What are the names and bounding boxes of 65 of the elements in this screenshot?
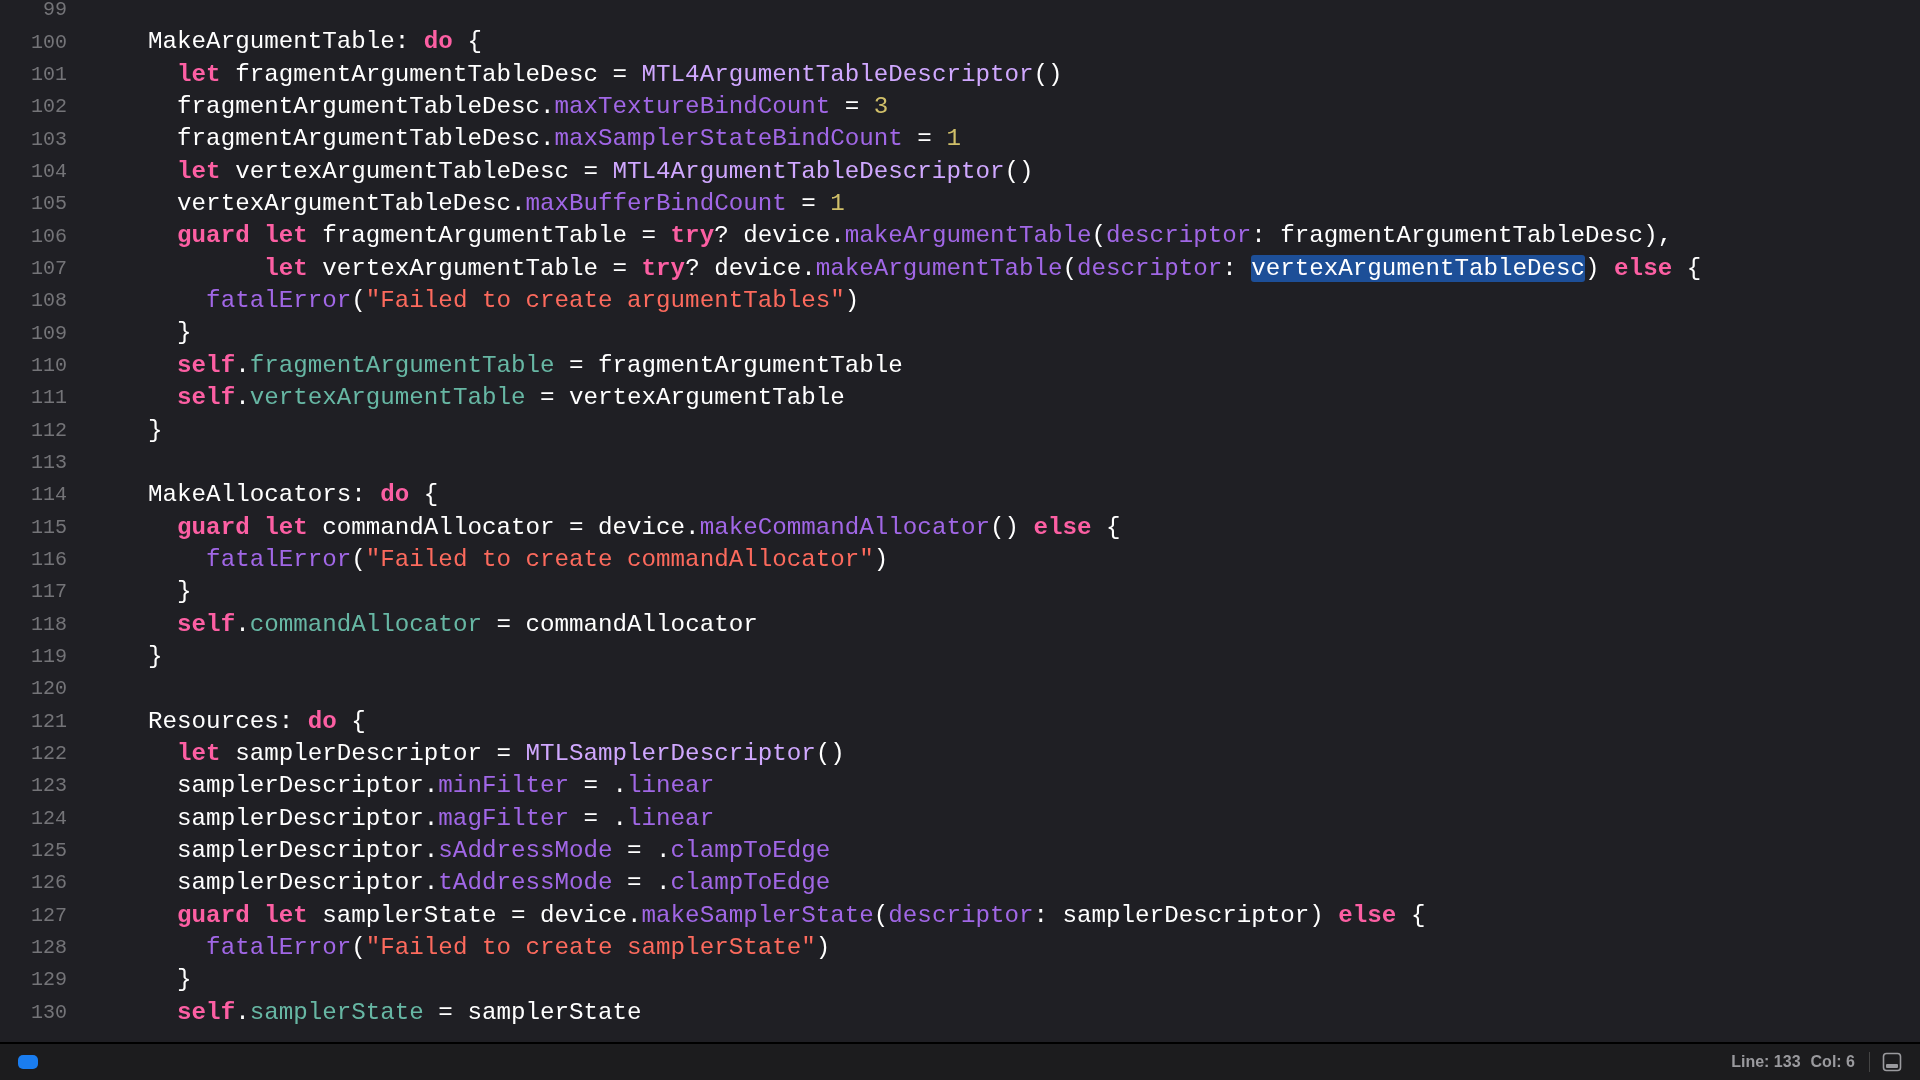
line-number: 126 — [30, 870, 67, 897]
line-number: 105 — [30, 191, 67, 218]
line-number: 112 — [30, 417, 67, 444]
code-line: fragmentArgumentTableDesc.maxTextureBindCount = 3 — [176, 92, 889, 123]
line-number: 113 — [30, 450, 67, 476]
line-number: 122 — [30, 741, 67, 768]
code-line: } — [176, 577, 192, 608]
line-number: 101 — [30, 61, 67, 88]
line-number: 108 — [30, 288, 67, 315]
line-number: 128 — [30, 935, 67, 962]
line-number: 125 — [30, 838, 67, 865]
line-number: 100 — [30, 29, 67, 56]
code-line: self.fragmentArgumentTable = fragmentArgumentTable — [176, 350, 903, 381]
code-line: MakeAllocators: do { — [147, 480, 439, 511]
code-line: } — [176, 318, 192, 349]
code-line: samplerDescriptor.magFilter = .linear — [176, 803, 715, 834]
line-number: 103 — [30, 126, 67, 153]
code-line: } — [176, 965, 192, 996]
line-number: 119 — [30, 644, 67, 671]
code-line: self.vertexArgumentTable = vertexArgumentTable — [176, 383, 845, 414]
indicator-icon[interactable] — [18, 1055, 38, 1069]
code-line: fragmentArgumentTableDesc.maxSamplerStateBindCount = 1 — [176, 124, 961, 155]
line-number: 110 — [30, 352, 67, 379]
code-line: self.samplerState = samplerState — [176, 997, 642, 1028]
line-number: 129 — [30, 967, 67, 994]
line-number: 104 — [30, 158, 67, 185]
line-number: 118 — [30, 611, 67, 638]
code-line: guard let fragmentArgumentTable = try? device.makeArgumentTable(descriptor: fragmentArgumentTableDesc), — [176, 221, 1673, 252]
code-line: } — [147, 641, 163, 672]
line-number: 106 — [30, 223, 67, 250]
code-line: guard let samplerState = device.makeSamplerState(descriptor: samplerDescriptor) else { — [176, 900, 1426, 931]
code-line: let fragmentArgumentTableDesc = MTL4ArgumentTableDescriptor() — [176, 59, 1063, 90]
line-number: 120 — [30, 676, 67, 703]
code-line: guard let commandAllocator = device.makeCommandAllocator() else { — [176, 512, 1121, 543]
panel-toggle-icon[interactable] — [1882, 1052, 1902, 1072]
code-line: self.commandAllocator = commandAllocator — [176, 609, 758, 640]
line-indicator: Line: 133 — [1731, 1052, 1801, 1072]
line-number: 107 — [30, 255, 67, 282]
code-line: samplerDescriptor.tAddressMode = .clampToEdge — [176, 868, 831, 899]
code-line: fatalError("Failed to create samplerState") — [205, 933, 831, 963]
code-line: let vertexArgumentTable = try? device.makeArgumentTable(descriptor: vertexArgumentTableDesc) else { — [263, 253, 1702, 284]
code-line: samplerDescriptor.minFilter = .linear — [176, 771, 715, 802]
line-number: 114 — [30, 482, 67, 509]
line-number: 121 — [30, 708, 67, 735]
line-number: 115 — [30, 514, 67, 541]
line-number: 109 — [30, 320, 67, 347]
code-line: samplerDescriptor.sAddressMode = .clampToEdge — [176, 835, 831, 866]
line-number: 99 — [42, 0, 67, 24]
code-line: fatalError("Failed to create commandAllocator") — [205, 544, 889, 575]
code-line: let samplerDescriptor = MTLSamplerDescriptor() — [176, 738, 845, 769]
code-line: vertexArgumentTableDesc.maxBufferBindCount = 1 — [176, 189, 845, 220]
line-number: 127 — [30, 902, 67, 929]
code-line: fatalError("Failed to create argumentTables") — [205, 286, 860, 317]
line-number: 111 — [30, 385, 67, 412]
code-line: let vertexArgumentTableDesc = MTL4ArgumentTableDescriptor() — [176, 156, 1034, 187]
line-number: 130 — [30, 999, 67, 1026]
column-indicator: Col: 6 — [1810, 1052, 1855, 1072]
line-number: 123 — [30, 773, 67, 800]
line-number: 117 — [30, 579, 67, 606]
code-line: Resources: do { — [147, 706, 366, 737]
line-number: 102 — [30, 94, 67, 121]
line-number: 116 — [30, 547, 67, 573]
code-line: MakeArgumentTable: do { — [147, 27, 482, 58]
line-number: 124 — [30, 805, 67, 832]
code-line: } — [147, 415, 163, 446]
